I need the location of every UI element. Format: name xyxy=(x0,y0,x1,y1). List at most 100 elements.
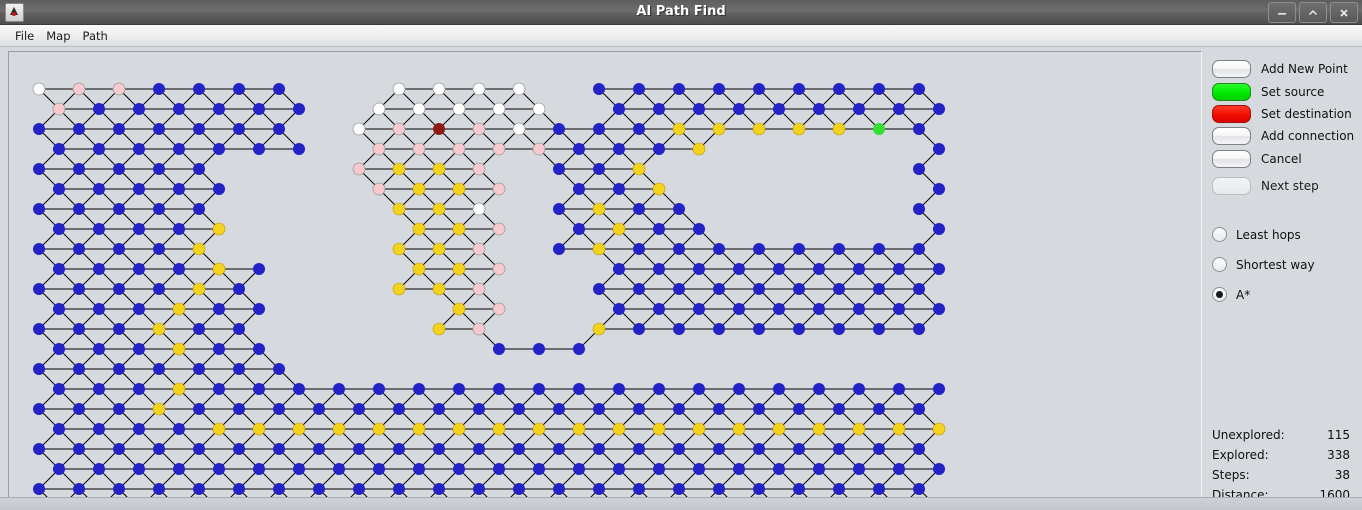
graph-node[interactable] xyxy=(213,343,225,355)
graph-node[interactable] xyxy=(193,123,205,135)
graph-node[interactable] xyxy=(673,483,685,495)
graph-node[interactable] xyxy=(173,143,185,155)
graph-node[interactable] xyxy=(793,243,805,255)
graph-node[interactable] xyxy=(193,443,205,455)
graph-node[interactable] xyxy=(753,443,765,455)
graph-node[interactable] xyxy=(93,383,105,395)
graph-node[interactable] xyxy=(553,243,565,255)
graph-node[interactable] xyxy=(553,163,565,175)
graph-node[interactable] xyxy=(592,242,606,256)
graph-node[interactable] xyxy=(593,443,605,455)
menu-item-map[interactable]: Map xyxy=(40,28,76,44)
graph-node[interactable] xyxy=(253,463,265,475)
minimize-button[interactable] xyxy=(1268,2,1296,23)
set-source-swatch[interactable] xyxy=(1212,83,1251,101)
graph-node[interactable] xyxy=(432,202,446,216)
graph-node[interactable] xyxy=(452,422,466,436)
graph-node[interactable] xyxy=(673,323,685,335)
graph-node[interactable] xyxy=(832,122,846,136)
graph-node[interactable] xyxy=(733,303,745,315)
graph-node[interactable] xyxy=(73,483,85,495)
graph-node[interactable] xyxy=(492,102,506,116)
graph-node[interactable] xyxy=(153,243,165,255)
graph-node[interactable] xyxy=(793,323,805,335)
graph-node[interactable] xyxy=(433,123,445,135)
graph-node[interactable] xyxy=(73,123,85,135)
graph-node[interactable] xyxy=(853,263,865,275)
graph-node[interactable] xyxy=(673,403,685,415)
graph-node[interactable] xyxy=(213,183,225,195)
graph-node[interactable] xyxy=(473,403,485,415)
graph-node[interactable] xyxy=(893,463,905,475)
graph-node[interactable] xyxy=(352,122,366,136)
graph-node[interactable] xyxy=(573,143,585,155)
add-new-point-swatch[interactable] xyxy=(1212,60,1251,78)
graph-node[interactable] xyxy=(833,483,845,495)
graph-node[interactable] xyxy=(172,382,186,396)
graph-node[interactable] xyxy=(233,283,245,295)
graph-node[interactable] xyxy=(53,463,65,475)
graph-node[interactable] xyxy=(873,483,885,495)
graph-node[interactable] xyxy=(93,103,105,115)
graph-node[interactable] xyxy=(653,463,665,475)
graph-node[interactable] xyxy=(633,483,645,495)
graph-node[interactable] xyxy=(753,283,765,295)
graph-node[interactable] xyxy=(133,183,145,195)
graph-node[interactable] xyxy=(413,463,425,475)
graph-node[interactable] xyxy=(333,383,345,395)
graph-node[interactable] xyxy=(553,123,565,135)
graph-node[interactable] xyxy=(753,403,765,415)
graph-node[interactable] xyxy=(213,303,225,315)
graph-node[interactable] xyxy=(712,122,726,136)
graph-node[interactable] xyxy=(392,282,406,296)
graph-node[interactable] xyxy=(933,103,945,115)
graph-node[interactable] xyxy=(773,383,785,395)
graph-node[interactable] xyxy=(493,383,505,395)
graph-node[interactable] xyxy=(153,83,165,95)
graph-node[interactable] xyxy=(433,483,445,495)
graph-node[interactable] xyxy=(113,163,125,175)
graph-node[interactable] xyxy=(613,183,625,195)
graph-node[interactable] xyxy=(373,463,385,475)
graph-node[interactable] xyxy=(113,443,125,455)
graph-node[interactable] xyxy=(492,222,506,236)
graph-node[interactable] xyxy=(273,483,285,495)
graph-node[interactable] xyxy=(513,483,525,495)
graph-node[interactable] xyxy=(392,202,406,216)
graph-node[interactable] xyxy=(633,443,645,455)
graph-node[interactable] xyxy=(553,443,565,455)
graph-node[interactable] xyxy=(173,223,185,235)
graph-node[interactable] xyxy=(813,383,825,395)
graph-node[interactable] xyxy=(332,422,346,436)
set-destination-button[interactable]: Set destination xyxy=(1212,105,1352,123)
graph-node[interactable] xyxy=(433,403,445,415)
graph-node[interactable] xyxy=(492,142,506,156)
graph-node[interactable] xyxy=(172,342,186,356)
graph-node[interactable] xyxy=(213,103,225,115)
graph-node[interactable] xyxy=(933,223,945,235)
graph-node[interactable] xyxy=(333,463,345,475)
graph-node[interactable] xyxy=(933,463,945,475)
graph-node[interactable] xyxy=(933,143,945,155)
graph-node[interactable] xyxy=(233,363,245,375)
graph-node[interactable] xyxy=(212,422,226,436)
graph-node[interactable] xyxy=(392,242,406,256)
graph-node[interactable] xyxy=(713,323,725,335)
graph-node[interactable] xyxy=(33,203,45,215)
graph-node[interactable] xyxy=(133,423,145,435)
graph-node[interactable] xyxy=(833,83,845,95)
graph-node[interactable] xyxy=(193,483,205,495)
graph-node[interactable] xyxy=(593,483,605,495)
graph-node[interactable] xyxy=(573,383,585,395)
graph-node[interactable] xyxy=(853,103,865,115)
next-step-button[interactable]: Next step xyxy=(1212,177,1319,195)
graph-node[interactable] xyxy=(932,422,946,436)
graph-node[interactable] xyxy=(593,163,605,175)
radio-a-star[interactable]: A* xyxy=(1212,287,1250,302)
graph-node[interactable] xyxy=(253,303,265,315)
graph-node[interactable] xyxy=(73,243,85,255)
graph-node[interactable] xyxy=(633,243,645,255)
graph-node[interactable] xyxy=(793,403,805,415)
graph-node[interactable] xyxy=(913,123,925,135)
graph-node[interactable] xyxy=(173,103,185,115)
